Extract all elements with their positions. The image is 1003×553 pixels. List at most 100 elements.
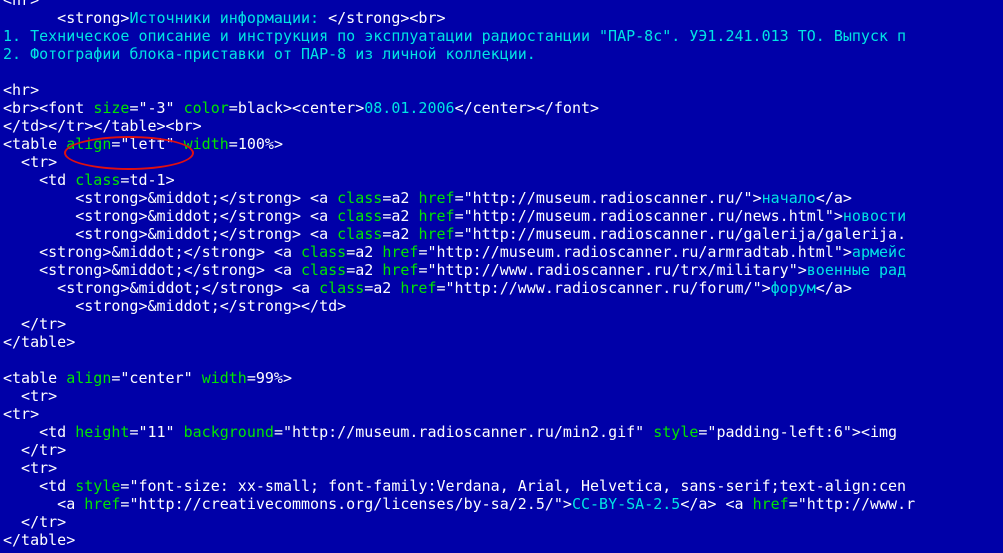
code-token-tag: <strong>	[3, 189, 148, 207]
code-token-attr: size	[93, 99, 130, 117]
code-token-attr: width	[201, 369, 247, 387]
code-token-tag: </a>	[815, 189, 852, 207]
code-token-tag: <strong>	[3, 279, 130, 297]
code-token-entity: &middot;	[111, 261, 184, 279]
code-token-value: "http://www.radioscanner.ru/trx/military…	[427, 261, 798, 279]
code-token-tag: <br><font	[3, 99, 94, 117]
code-token-value: "padding-left:6"	[707, 423, 852, 441]
code-line: <td height="11" background="http://museu…	[3, 423, 897, 441]
code-token-tag: ><img	[851, 423, 898, 441]
code-token-value: "left"	[120, 135, 175, 153]
code-token-attr: href	[418, 225, 455, 243]
code-token-attr: align	[66, 135, 112, 153]
code-line: <strong>&middot;</strong> <a class=a2 hr…	[3, 207, 906, 225]
code-token-tag: ><center>	[282, 99, 365, 117]
code-token-tag	[193, 369, 202, 387]
code-token-entity: &middot;	[147, 189, 220, 207]
code-token-attr: height	[75, 423, 130, 441]
code-token-text: 1. Техническое описание и инструкция по …	[3, 27, 907, 45]
code-token-tag: =	[454, 189, 464, 207]
code-token-value: black	[237, 99, 283, 117]
code-line: <strong>&middot;</strong> <a class=a2 hr…	[3, 189, 852, 207]
code-line: <strong>&middot;</strong></td>	[3, 297, 346, 315]
code-line: 2. Фотографии блока-приставки от ПАР-8 и…	[3, 45, 536, 63]
code-token-tag	[175, 135, 184, 153]
code-token-tag: >	[842, 243, 852, 261]
code-editor[interactable]: <hr> <strong>Источники информации: </str…	[0, 0, 1003, 553]
code-token-text: новости	[842, 207, 907, 225]
code-token-value: td-1	[129, 171, 166, 189]
code-token-attr: href	[752, 495, 789, 513]
code-line: <tr>	[3, 153, 57, 171]
code-token-tag: </strong> <a	[219, 207, 338, 225]
code-token-value: a2	[391, 225, 410, 243]
code-token-attr: class	[337, 189, 383, 207]
code-token-tag: <strong>	[3, 261, 112, 279]
code-token-tag: </tr>	[3, 315, 67, 333]
code-token-tag: </a>	[815, 279, 852, 297]
code-token-tag: =	[346, 261, 356, 279]
code-token-value: a2	[355, 261, 374, 279]
code-token-attr: href	[84, 495, 121, 513]
code-token-tag: <td	[3, 423, 76, 441]
code-token-tag: <strong>	[3, 243, 112, 261]
code-token-tag: <strong>	[3, 297, 148, 315]
code-line: <strong>&middot;</strong> <a class=a2 hr…	[3, 225, 906, 243]
code-token-tag	[175, 423, 184, 441]
code-token-value: a2	[355, 243, 374, 261]
code-token-attr: style	[75, 477, 121, 495]
code-token-tag: =	[788, 495, 798, 513]
code-token-tag: </td></tr></table><br>	[3, 117, 202, 135]
code-token-value: 100%	[237, 135, 274, 153]
code-token-entity: &middot;	[147, 225, 220, 243]
code-line: <td style="font-size: xx-small; font-fam…	[3, 477, 906, 495]
code-line: </table>	[3, 333, 75, 351]
code-token-tag: </tr>	[3, 441, 67, 459]
code-line: <tr>	[3, 405, 39, 423]
code-token-tag: <strong>	[3, 207, 148, 225]
code-token-tag: </strong> <a	[219, 225, 338, 243]
code-token-tag: <strong>	[3, 9, 130, 27]
code-token-tag: <hr>	[3, 0, 40, 9]
code-token-tag: =	[454, 225, 464, 243]
code-token-entity: &middot;	[147, 297, 220, 315]
code-token-value: "http://museum.radioscanner.ru/news.html…	[463, 207, 834, 225]
code-token-tag: =	[228, 135, 238, 153]
code-token-tag	[175, 99, 184, 117]
code-token-value: "http://museum.radioscanner.ru/armradtab…	[427, 243, 843, 261]
code-token-text: военные рад	[806, 261, 907, 279]
code-token-value: "center"	[120, 369, 193, 387]
code-token-tag: >	[273, 135, 283, 153]
code-token-tag: =	[228, 99, 238, 117]
code-line: <table align="center" width=99%>	[3, 369, 292, 387]
code-token-tag: <tr>	[3, 153, 58, 171]
code-token-value: "http://creativecommons.org/licenses/by-…	[129, 495, 563, 513]
code-line: </tr>	[3, 315, 66, 333]
code-token-tag: </strong> <a	[219, 189, 338, 207]
code-token-value: "http://museum.radioscanner.ru/min2.gif"	[282, 423, 645, 441]
code-token-tag: =	[246, 369, 256, 387]
code-line: <td class=td-1>	[3, 171, 174, 189]
code-token-text: CC-BY-SA-2.5	[571, 495, 681, 513]
code-token-attr: href	[418, 207, 455, 225]
code-line: </td></tr></table><br>	[3, 117, 202, 135]
code-token-tag: </strong> <a	[183, 261, 302, 279]
code-token-value: "font-size: xx-small; font-family:Verdan…	[129, 477, 907, 495]
code-token-tag: =	[346, 243, 356, 261]
code-token-tag: >	[282, 369, 292, 387]
code-token-tag: <td	[3, 477, 76, 495]
code-line: <strong>&middot;</strong> <a class=a2 hr…	[3, 279, 852, 297]
code-token-tag: <strong>	[3, 225, 148, 243]
code-token-tag: <table	[3, 135, 67, 153]
code-token-text: 08.01.2006	[364, 99, 455, 117]
code-token-tag: <tr>	[3, 387, 58, 405]
code-line: </tr>	[3, 441, 66, 459]
code-token-attr: style	[653, 423, 699, 441]
code-token-text: Источники информации:	[129, 9, 329, 27]
code-token-tag: <tr>	[3, 459, 58, 477]
code-token-tag: </strong><br>	[328, 9, 446, 27]
code-token-tag: </a> <a	[680, 495, 753, 513]
code-token-tag: =	[382, 189, 392, 207]
code-line: <hr>	[3, 0, 39, 9]
code-token-value: "11"	[138, 423, 175, 441]
